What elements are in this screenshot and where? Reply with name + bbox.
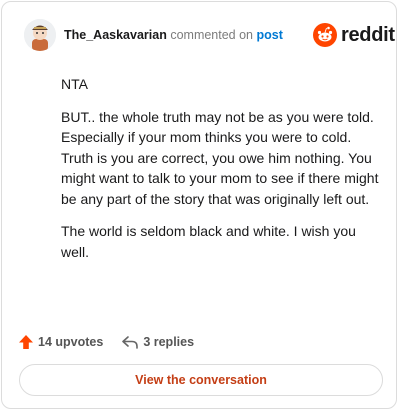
comment-footer: 14 upvotes 3 replies [18,332,194,352]
upvote-arrow-icon [19,335,33,349]
user-avatar[interactable] [24,19,56,51]
username-link[interactable]: The_Aaskavarian [64,28,167,42]
comment-paragraph: BUT.. the whole truth may not be as you … [61,108,379,207]
reply-arrow-icon [122,336,139,349]
comment-paragraph: NTA [61,76,88,92]
view-conversation-button[interactable]: View the conversation [19,364,383,396]
upvote-button[interactable]: 14 upvotes [18,334,103,350]
action-text: commented on [170,28,254,42]
upvote-count: 14 upvotes [38,335,104,349]
reply-count: 3 replies [143,335,195,349]
reddit-logo[interactable]: reddit [313,21,395,49]
reddit-wordmark: reddit [341,23,395,46]
comment-header: The_Aaskavarian commented on post [64,27,283,43]
comment-body: NTA BUT.. the whole truth may not be as … [61,74,381,274]
comment-embed-card: The_Aaskavarian commented on post reddit… [1,1,397,409]
avatar-image-icon [24,19,56,51]
comment-paragraph: The world is seldom black and white. I w… [61,223,356,260]
reddit-snoo-icon [313,23,337,47]
replies-button[interactable]: 3 replies [121,334,194,350]
post-link[interactable]: post [257,28,283,42]
